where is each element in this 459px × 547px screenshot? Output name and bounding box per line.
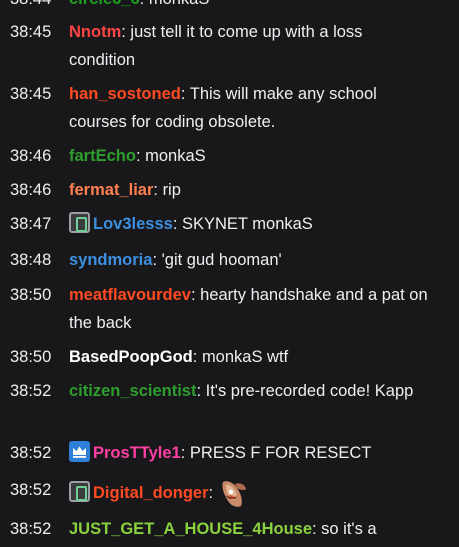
message-text: SKYNET monkaS: [181, 215, 313, 233]
timestamp: 38:47: [10, 215, 52, 233]
timestamp: 38:45: [10, 85, 52, 103]
timestamp: 38:46: [10, 147, 52, 165]
f-badge-icon[interactable]: [69, 481, 90, 502]
username[interactable]: ProsTTyle1: [93, 444, 181, 462]
chat-message: 38:52 JUST_GET_A_HOUSE_4House: so it's a: [0, 515, 459, 543]
chat-message: 38:52 citizen_scientist: It's pre-record…: [0, 377, 459, 405]
chat-message: 38:46 fermat_liar: rip: [0, 176, 459, 204]
username[interactable]: syndmoria: [69, 251, 152, 269]
timestamp: 38:52: [10, 481, 52, 499]
username[interactable]: circle6_6: [69, 0, 140, 8]
chat-message: 38:48 syndmoria: 'git gud hooman': [0, 246, 459, 274]
chat-message: 38:44 circle6_6: monkaS: [0, 0, 459, 13]
chat-message: 38:50 meatflavourdev: hearty handshake a…: [0, 281, 459, 337]
hand-emote-icon[interactable]: [217, 476, 251, 510]
username[interactable]: Digital_donger: [93, 484, 209, 502]
message-text: It's pre-recorded code! Kapp: [205, 382, 414, 400]
username[interactable]: Nnotm: [69, 23, 121, 41]
timestamp: 38:48: [10, 251, 52, 269]
timestamp: 38:44: [10, 0, 51, 13]
chat-message: 38:52 Digital_donger:: [0, 476, 459, 510]
message-text: 'git gud hooman': [161, 251, 282, 269]
timestamp: 38:52: [10, 520, 52, 538]
username[interactable]: BasedPoopGod: [69, 348, 193, 366]
username[interactable]: Lov3lesss: [93, 215, 173, 233]
username[interactable]: JUST_GET_A_HOUSE_4House: [69, 520, 312, 538]
timestamp: 38:45: [10, 23, 52, 41]
timestamp: 38:52: [10, 382, 52, 400]
message-text: monkaS: [149, 0, 210, 8]
chat-message: 38:47 Lov3lesss: SKYNET monkaS: [0, 210, 459, 238]
message-text: monkaS wtf: [201, 348, 289, 366]
timestamp: 38:50: [10, 348, 52, 366]
message-text: PRESS F FOR RESECT: [189, 444, 372, 462]
chat-message: 38:52 ProsTTyle1: PRESS F FOR RESECT: [0, 439, 459, 467]
crown-badge-icon[interactable]: [69, 441, 90, 462]
message-text: monkaS: [145, 147, 206, 165]
chat-message: 38:45 Nnotm: just tell it to come up wit…: [0, 18, 459, 74]
timestamp: 38:46: [10, 181, 52, 199]
f-badge-icon[interactable]: [69, 212, 90, 233]
chat-log: 38:44 circle6_6: monkaS 38:45 Nnotm: jus…: [0, 0, 459, 547]
username[interactable]: meatflavourdev: [69, 286, 191, 304]
username[interactable]: fartEcho: [69, 147, 136, 165]
timestamp: 38:50: [10, 286, 52, 304]
username[interactable]: citizen_scientist: [69, 382, 196, 400]
username[interactable]: fermat_liar: [69, 181, 153, 199]
chat-message: 38:50 BasedPoopGod: monkaS wtf: [0, 343, 459, 371]
username[interactable]: han_sostoned: [69, 85, 181, 103]
message-text: so it's a: [321, 520, 377, 538]
chat-message: 38:46 fartEcho: monkaS: [0, 142, 459, 170]
message-text: rip: [162, 181, 181, 199]
chat-message: 38:45 han_sostoned: This will make any s…: [0, 80, 459, 136]
timestamp: 38:52: [10, 444, 52, 462]
